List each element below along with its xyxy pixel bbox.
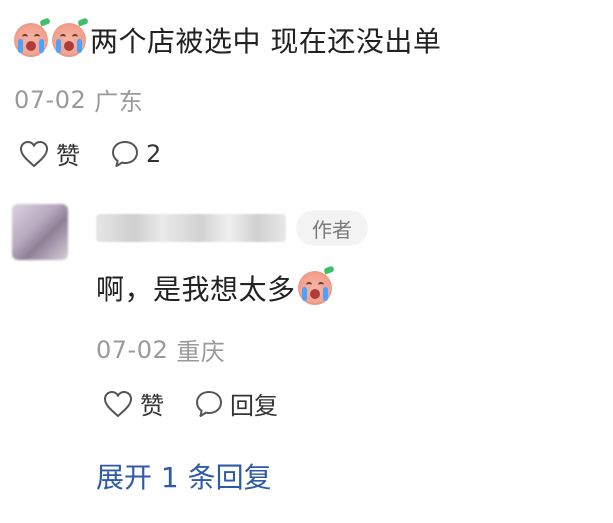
comment-body: 两个店被选中 现在还没出单 xyxy=(14,17,442,60)
reply-like-label: 赞 xyxy=(140,392,164,420)
heart-outline-icon xyxy=(103,390,133,417)
reply-like-button[interactable]: 赞 xyxy=(102,386,164,421)
reply-label: 回复 xyxy=(230,392,278,420)
heart-outline-icon xyxy=(19,140,49,167)
reply-body: 啊，是我想太多 xyxy=(96,265,335,308)
comment-date: 07-02 xyxy=(14,85,87,114)
comment-button[interactable]: 2 xyxy=(110,139,161,169)
author-name[interactable] xyxy=(96,214,286,242)
expand-replies-link[interactable]: 展开 1 条回复 xyxy=(96,456,272,496)
reply-reply-button[interactable]: 回复 xyxy=(194,386,278,421)
comment-location: 广东 xyxy=(94,88,144,116)
reply-text: 啊，是我想太多 xyxy=(96,273,296,306)
reply-actions: 赞 回复 xyxy=(102,386,278,421)
reply-count: 2 xyxy=(146,139,162,168)
comment-text: 两个店被选中 现在还没出单 xyxy=(90,25,442,58)
like-button[interactable]: 赞 xyxy=(18,136,80,171)
comment-meta: 07-02 广东 xyxy=(14,82,143,117)
crying-face-emoji-icon xyxy=(14,17,51,57)
reply-date: 07-02 xyxy=(96,335,169,364)
reply-location: 重庆 xyxy=(176,338,226,366)
avatar[interactable] xyxy=(12,204,68,260)
crying-face-emoji-icon xyxy=(52,17,89,57)
speech-bubble-icon xyxy=(196,390,222,417)
reply-meta: 07-02 重庆 xyxy=(96,332,225,367)
speech-bubble-icon xyxy=(112,140,138,167)
crying-face-emoji-icon xyxy=(297,265,335,305)
like-label: 赞 xyxy=(56,142,80,170)
comment-actions: 赞 2 xyxy=(18,136,161,171)
author-badge: 作者 xyxy=(296,210,368,246)
reply-header: 作者 xyxy=(96,210,368,246)
